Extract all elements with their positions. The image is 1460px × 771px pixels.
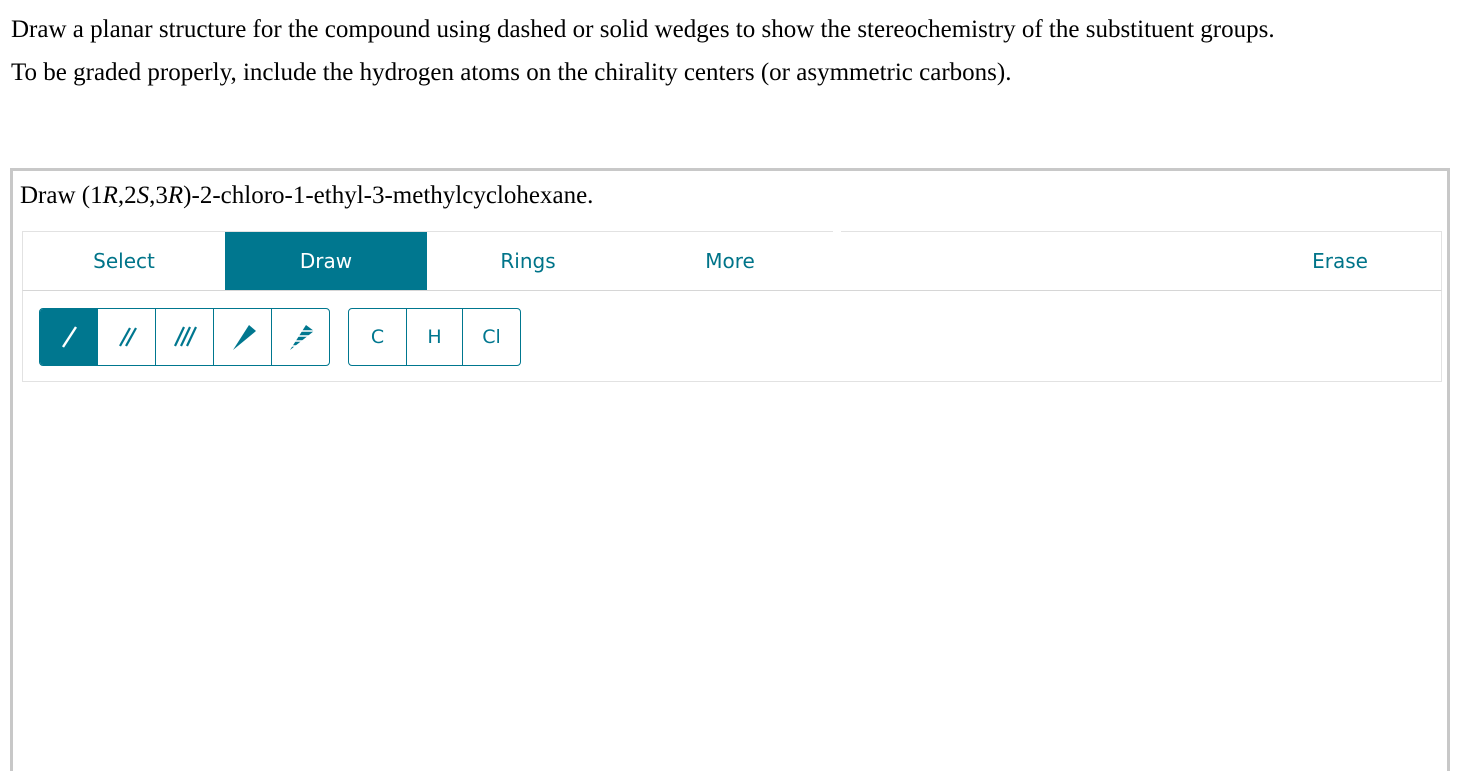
prompt-separator-1: ,2 (117, 182, 137, 209)
instruction-line-2: To be graded properly, include the hydro… (11, 59, 1012, 86)
triple-bond-button[interactable] (156, 309, 214, 365)
dashed-wedge-button[interactable] (272, 309, 329, 365)
prompt-descriptor-1: R (102, 182, 118, 209)
chlorine-atom-button[interactable]: Cl (463, 309, 520, 365)
dashed-wedge-icon (289, 325, 314, 350)
tabbar-gap (833, 231, 841, 232)
instructions: Draw a planar structure for the compound… (11, 8, 1451, 94)
prompt-separator-2: ,3 (149, 182, 168, 209)
question-prompt: Draw (1R,2S,3R)-2-chloro-1-ethyl-3-methy… (20, 179, 593, 213)
double-bond-icon (118, 327, 137, 347)
question-panel: Draw (1R,2S,3R)-2-chloro-1-ethyl-3-methy… (10, 168, 1450, 771)
instruction-line-1: Draw a planar structure for the compound… (11, 16, 1275, 43)
bond-tool-group (39, 308, 330, 366)
double-bond-button[interactable] (98, 309, 156, 365)
prompt-suffix: )-2-chloro-1-ethyl-3-methylcyclohexane. (183, 182, 594, 209)
prompt-descriptor-3: R (167, 182, 184, 209)
solid-wedge-icon (232, 325, 256, 350)
solid-wedge-button[interactable] (214, 309, 272, 365)
single-bond-icon (61, 326, 77, 348)
tab-rings[interactable]: Rings (427, 232, 629, 290)
draw-toolbar: C H Cl (22, 291, 1442, 382)
single-bond-button[interactable] (40, 309, 98, 365)
hydrogen-atom-button[interactable]: H (407, 309, 463, 365)
tab-more[interactable]: More (629, 232, 831, 290)
editor-tab-bar: Select Draw Rings More Erase (22, 231, 1442, 291)
triple-bond-icon (173, 326, 197, 347)
prompt-descriptor-2: S (136, 182, 150, 209)
prompt-prefix: Draw (1 (20, 182, 103, 209)
tab-draw[interactable]: Draw (225, 232, 427, 290)
carbon-atom-button[interactable]: C (349, 309, 407, 365)
tab-select[interactable]: Select (23, 232, 225, 290)
tab-erase[interactable]: Erase (1239, 232, 1441, 290)
atom-tool-group: C H Cl (348, 308, 521, 366)
